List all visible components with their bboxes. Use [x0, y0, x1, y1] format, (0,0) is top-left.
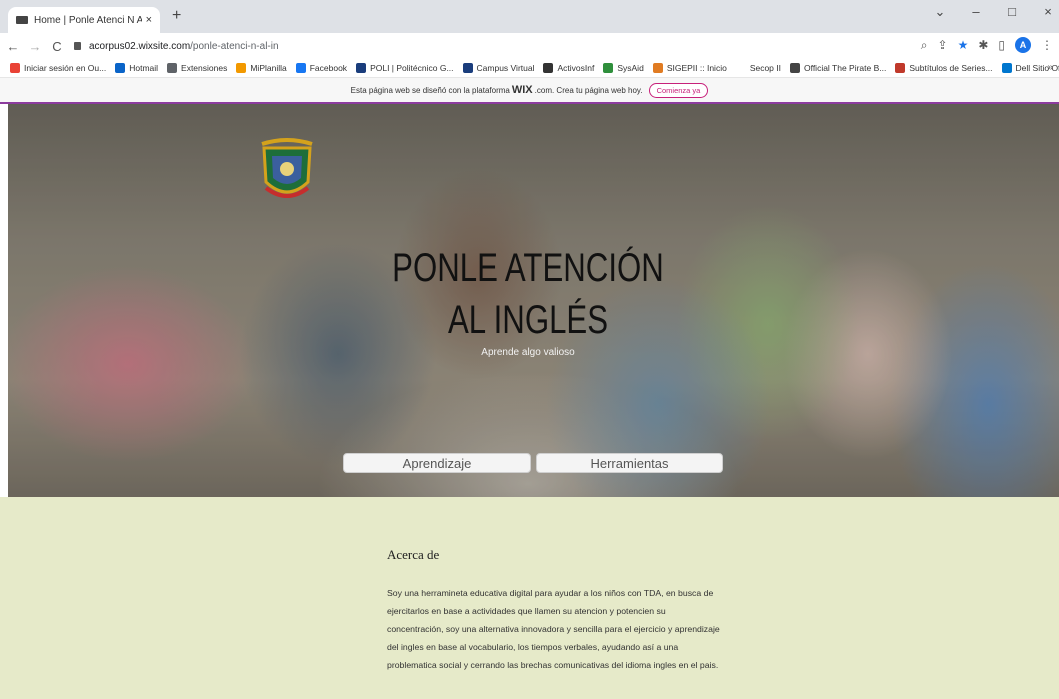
side-panel-icon[interactable]: ▯ [998, 38, 1005, 52]
forward-arrow-icon[interactable]: → [26, 39, 44, 54]
navigation-bar: ← → C acorpus02.wixsite.com/ponle-atenci… [0, 33, 1059, 59]
bookmark-item[interactable]: POLI | Politécnico G... [356, 63, 454, 73]
about-body: Soy una herramineta educativa digital pa… [387, 588, 720, 670]
bookmark-label: ActivosInf [557, 63, 595, 73]
wix-banner-text: Esta página web se diseñó con la platafo… [350, 85, 510, 95]
bookmark-label: Hotmail [129, 63, 159, 73]
school-crest-logo [261, 138, 313, 198]
bookmark-item[interactable]: Official The Pirate B... [790, 63, 886, 73]
about-section: Acerca de Soy una herramineta educativa … [0, 497, 1059, 699]
bookmark-label: POLI | Politécnico G... [370, 63, 454, 73]
close-window-button[interactable]: × [1041, 4, 1055, 20]
tab-title: Home | Ponle Atenci N Al In [34, 14, 142, 26]
window-controls: ⌄ – □ × [933, 4, 1055, 20]
bookmark-label: Iniciar sesión en Ou... [24, 63, 107, 73]
wix-banner: Esta página web se diseñó con la platafo… [0, 78, 1059, 104]
bookmark-label: Official The Pirate B... [804, 63, 887, 73]
hero-title: PONLE ATENCIÓN AL INGLÉS [356, 242, 699, 346]
bookmark-label: MiPlanilla [250, 63, 287, 73]
address-bar[interactable]: acorpus02.wixsite.com/ponle-atenci-n-al-… [74, 36, 924, 56]
bookmark-favicon-icon [895, 63, 906, 73]
tab-strip: Home | Ponle Atenci N Al In × + ⌄ – □ × [0, 0, 1059, 33]
bookmark-item[interactable]: Iniciar sesión en Ou... [10, 63, 106, 73]
bookmark-item[interactable]: Secop II [735, 63, 781, 73]
bookmark-favicon-icon [236, 63, 247, 73]
bookmark-label: Extensiones [181, 63, 228, 73]
bookmark-favicon-icon [115, 63, 126, 73]
bookmark-item[interactable]: SysAid [603, 63, 644, 73]
bookmarks-bar: Iniciar sesión en Ou... Hotmail Extensione… [0, 59, 1059, 78]
hero-subtitle: Aprende algo valioso [481, 347, 575, 358]
bookmark-item[interactable]: MiPlanilla [236, 63, 287, 73]
url-host: acorpus02.wixsite.com [89, 40, 191, 52]
extensions-icon[interactable]: ✱ [978, 38, 988, 52]
bookmark-item[interactable]: SIGEPII :: Inicio [652, 63, 727, 73]
herramientas-button[interactable]: Herramientas [536, 453, 723, 473]
bookmark-label: Secop II [749, 63, 781, 73]
url-path: /ponle-atenci-n-al-in [190, 40, 279, 52]
hero-section: PONLE ATENCIÓN AL INGLÉS Aprende algo va… [8, 104, 1059, 497]
bookmark-label: Facebook [309, 63, 348, 73]
zoom-icon[interactable]: ⌕ [921, 38, 928, 53]
about-title: Acerca de [387, 547, 440, 562]
bookmark-label: SIGEPII :: Inicio [666, 63, 727, 73]
bookmark-item[interactable]: Subtítulos de Series... [895, 63, 993, 73]
menu-icon[interactable]: ⋮ [1041, 38, 1053, 52]
minimize-button[interactable]: – [969, 4, 983, 20]
bookmark-star-icon[interactable]: ★ [958, 38, 969, 52]
bookmark-favicon-icon [462, 63, 473, 73]
bookmark-favicon-icon [790, 63, 800, 73]
hero-title-line-1: PONLE ATENCIÓN [392, 246, 664, 290]
profile-avatar[interactable]: A [1015, 37, 1031, 53]
bookmark-label: SysAid [617, 63, 644, 73]
bookmark-item[interactable]: Campus Virtual [462, 63, 535, 73]
bookmark-item[interactable]: ActivosInf [543, 63, 594, 73]
bookmark-favicon-icon [603, 63, 614, 73]
lock-icon [74, 42, 81, 50]
wix-banner-text-after: .com. Crea tu página web hoy. [534, 85, 643, 95]
bookmarks-overflow-icon[interactable]: » [1047, 62, 1053, 73]
hero-title-line-2: AL INGLÉS [447, 298, 609, 342]
browser-tab[interactable]: Home | Ponle Atenci N Al In × [8, 7, 160, 33]
bookmark-item[interactable]: Hotmail [115, 63, 158, 73]
restore-button[interactable]: □ [1005, 4, 1019, 20]
wix-logo: WIX [511, 84, 533, 96]
aprendizaje-button[interactable]: Aprendizaje [343, 453, 531, 473]
share-icon[interactable]: ⇪ [938, 38, 948, 52]
back-arrow-icon[interactable]: ← [4, 39, 22, 54]
bookmark-label: Campus Virtual [476, 63, 535, 73]
bookmark-favicon-icon [295, 63, 306, 73]
close-tab-icon[interactable]: × [146, 14, 152, 26]
bookmark-item[interactable]: Facebook [295, 63, 348, 73]
bookmark-favicon-icon [652, 63, 663, 73]
new-tab-button[interactable]: + [172, 8, 181, 24]
toolbar-actions: ⌕ ⇪ ★ ✱ ▯ A ⋮ [921, 37, 1053, 53]
bookmark-favicon-icon [1001, 63, 1012, 73]
tab-search-icon[interactable]: ⌄ [933, 4, 947, 20]
bookmark-favicon-icon [10, 63, 20, 73]
bookmark-favicon-icon [167, 63, 178, 73]
bookmark-favicon-icon [735, 63, 746, 73]
bookmark-favicon-icon [356, 63, 367, 73]
bookmark-label: Subtítulos de Series... [909, 63, 993, 73]
wix-start-button[interactable]: Comienza ya [648, 82, 709, 98]
bookmark-favicon-icon [543, 63, 554, 73]
site-favicon-icon [16, 16, 28, 24]
bookmark-item[interactable]: Extensiones [167, 63, 227, 73]
reload-icon[interactable]: C [48, 39, 66, 54]
